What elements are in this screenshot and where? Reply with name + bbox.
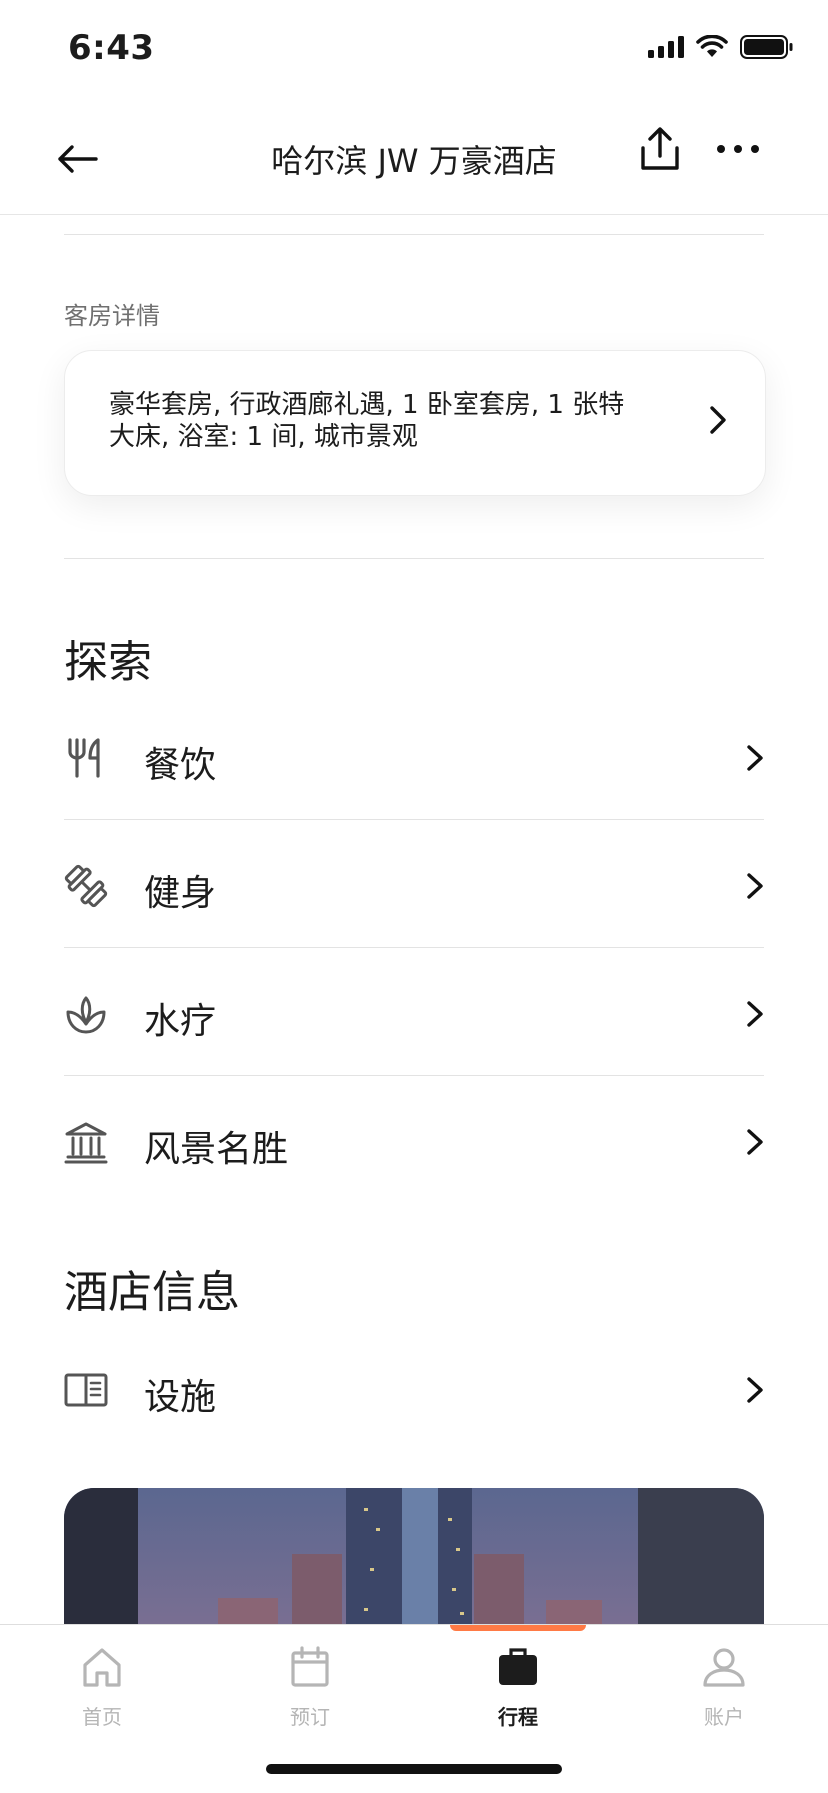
divider bbox=[64, 558, 764, 559]
more-options-button[interactable] bbox=[716, 140, 772, 170]
divider bbox=[64, 234, 764, 235]
tab-label: 首页 bbox=[82, 1705, 122, 1729]
landmark-icon bbox=[64, 1122, 108, 1164]
share-icon bbox=[641, 127, 679, 170]
fork-knife-icon bbox=[68, 738, 100, 778]
chevron-right-icon bbox=[747, 1377, 763, 1403]
room-details-label: 客房详情 bbox=[64, 302, 160, 330]
tab-label: 行程 bbox=[498, 1705, 538, 1729]
tab-trips[interactable]: 行程 bbox=[458, 1645, 578, 1730]
share-button[interactable] bbox=[638, 126, 698, 186]
more-dots-icon bbox=[717, 145, 759, 153]
tab-home[interactable]: 首页 bbox=[42, 1645, 162, 1730]
tab-label: 预订 bbox=[290, 1705, 330, 1729]
wifi-icon bbox=[696, 35, 728, 57]
tab-label: 账户 bbox=[704, 1705, 744, 1729]
hotel-info-item-label: 设施 bbox=[144, 1377, 217, 1418]
home-icon bbox=[83, 1648, 121, 1687]
room-details-card[interactable]: 豪华套房, 行政酒廊礼遇, 1 卧室套房, 1 张特大床, 浴室: 1 间, 城… bbox=[64, 350, 766, 496]
active-tab-indicator bbox=[450, 1625, 586, 1631]
explore-item-attractions[interactable]: 风景名胜 bbox=[64, 1076, 764, 1204]
explore-item-dining[interactable]: 餐饮 bbox=[64, 692, 764, 820]
battery-icon bbox=[740, 35, 793, 59]
dumbbell-icon bbox=[64, 864, 108, 908]
hotel-photo[interactable] bbox=[64, 1488, 764, 1628]
chevron-right-icon bbox=[710, 406, 726, 434]
tab-account[interactable]: 账户 bbox=[664, 1645, 784, 1730]
chevron-right-icon bbox=[747, 745, 763, 771]
status-icons bbox=[648, 34, 794, 60]
signal-icon bbox=[648, 36, 684, 58]
explore-item-label: 健身 bbox=[144, 873, 217, 914]
page-title: 哈尔滨 JW 万豪酒店 bbox=[271, 142, 557, 180]
navigation-header: 哈尔滨 JW 万豪酒店 bbox=[0, 100, 828, 215]
explore-section-title: 探索 bbox=[64, 637, 152, 688]
explore-item-label: 风景名胜 bbox=[144, 1129, 289, 1170]
explore-item-fitness[interactable]: 健身 bbox=[64, 820, 764, 948]
tab-bookings[interactable]: 预订 bbox=[250, 1645, 370, 1730]
lotus-icon bbox=[66, 996, 106, 1034]
chevron-right-icon bbox=[747, 1001, 763, 1027]
chevron-right-icon bbox=[747, 1129, 763, 1155]
calendar-icon bbox=[291, 1646, 329, 1687]
briefcase-icon bbox=[499, 1648, 537, 1685]
hotel-skyline-image bbox=[64, 1488, 764, 1628]
person-icon bbox=[703, 1648, 745, 1687]
explore-item-label: 水疗 bbox=[144, 1001, 217, 1042]
hotel-info-section-title: 酒店信息 bbox=[64, 1267, 240, 1318]
hotel-info-item-facilities[interactable]: 设施 bbox=[64, 1324, 764, 1452]
explore-item-label: 餐饮 bbox=[144, 745, 217, 786]
explore-item-spa[interactable]: 水疗 bbox=[64, 948, 764, 1076]
home-indicator bbox=[266, 1764, 562, 1774]
status-time: 6:43 bbox=[68, 28, 155, 68]
chevron-right-icon bbox=[747, 873, 763, 899]
book-icon bbox=[64, 1373, 108, 1407]
room-description: 豪华套房, 行政酒廊礼遇, 1 卧室套房, 1 张特大床, 浴室: 1 间, 城… bbox=[109, 390, 625, 452]
